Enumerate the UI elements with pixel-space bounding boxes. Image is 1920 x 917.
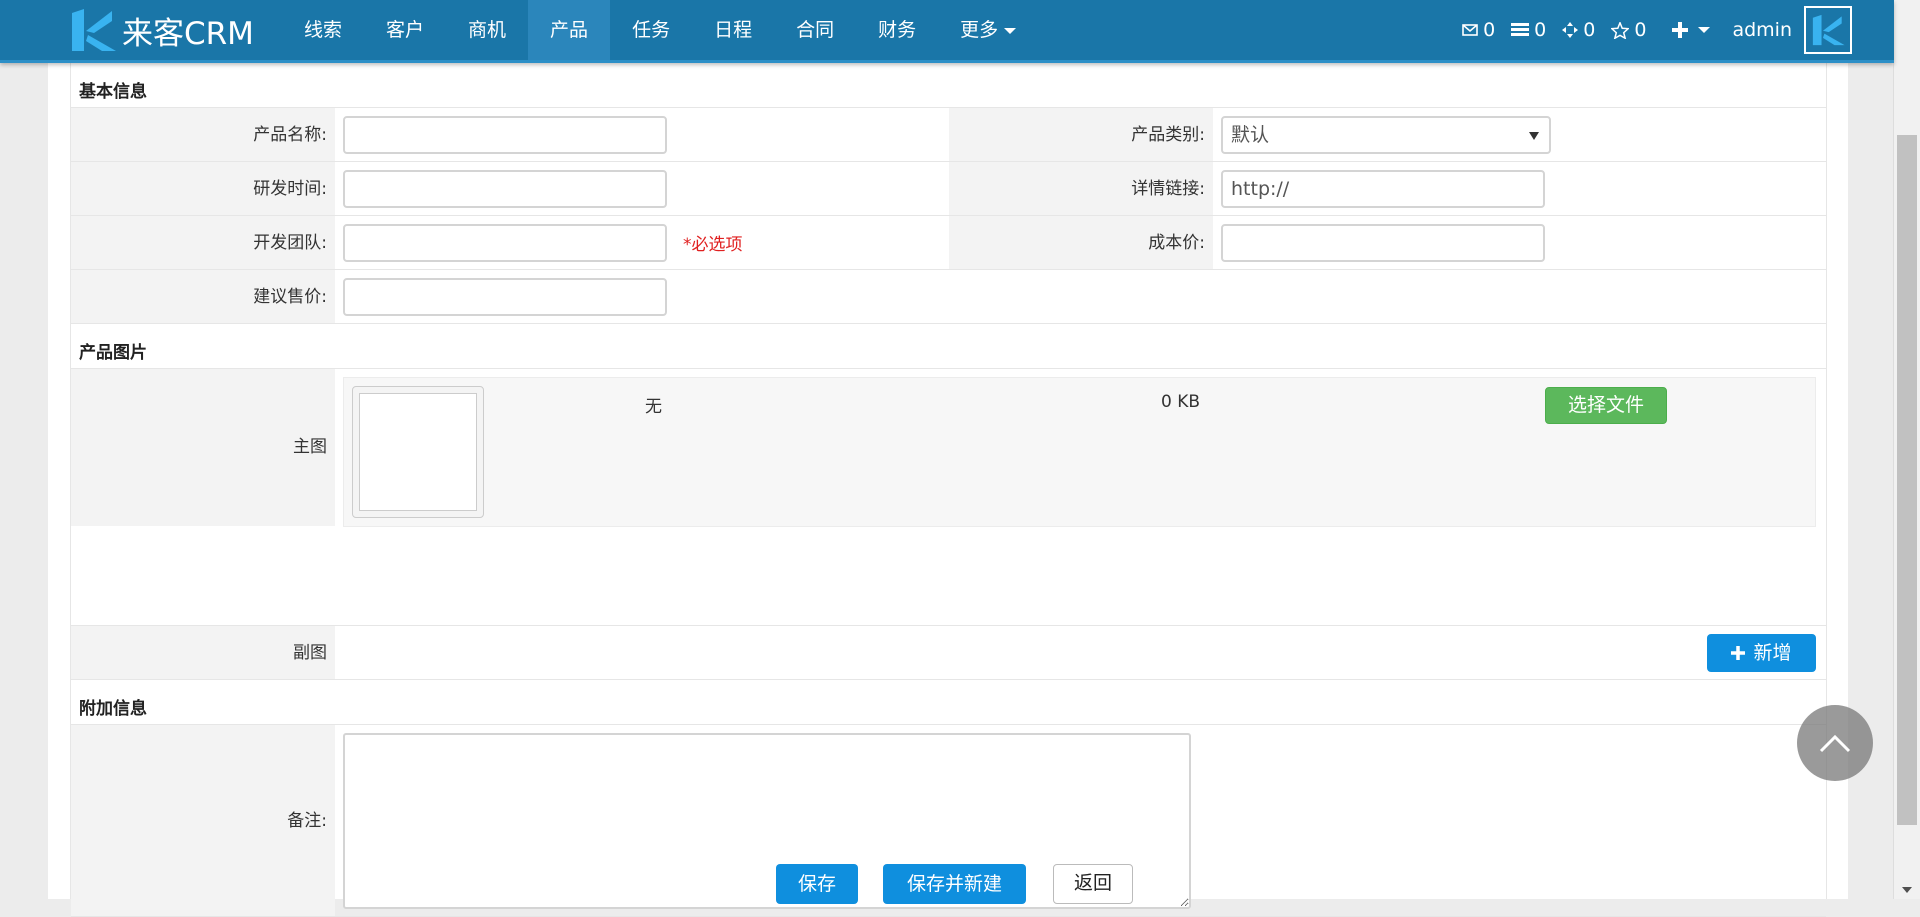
main-image-label: 主图	[71, 369, 335, 526]
star-count: 0	[1634, 19, 1647, 41]
chevron-down-icon	[1698, 27, 1711, 33]
section-extra-info: 附加信息	[79, 699, 147, 719]
form-row-sub-image: 副图 新增	[71, 625, 1826, 680]
mail-count: 0	[1483, 19, 1496, 41]
nav-item-tasks[interactable]: 任务	[610, 0, 692, 60]
product-name-input[interactable]	[343, 116, 667, 154]
select-arrow-icon	[1529, 132, 1539, 140]
dev-team-label: 开发团队:	[71, 216, 335, 270]
form-row-team: 开发团队: *必选项 成本价:	[71, 215, 1826, 270]
form-row-main-image: 主图 无 0 KB 选择文件	[71, 368, 1826, 527]
choose-file-button[interactable]: 选择文件	[1545, 387, 1667, 424]
plus-icon	[1672, 22, 1689, 38]
cost-price-label: 成本价:	[949, 216, 1213, 270]
mail-stat[interactable]: 0	[1462, 19, 1495, 41]
vertical-scrollbar[interactable]	[1893, 0, 1920, 899]
product-category-label: 产品类别:	[949, 108, 1213, 162]
logo[interactable]: 来客CRM	[68, 9, 254, 52]
chevron-up-icon	[1819, 734, 1851, 753]
nav-item-schedule[interactable]: 日程	[692, 0, 774, 60]
file-name: 无	[645, 397, 662, 417]
file-size: 0 KB	[1161, 392, 1201, 412]
star-stat[interactable]: 0	[1611, 19, 1646, 41]
cost-price-input[interactable]	[1221, 224, 1545, 262]
username[interactable]: admin	[1732, 19, 1792, 41]
nav-item-more[interactable]: 更多	[938, 0, 1038, 60]
quick-add-menu[interactable]	[1672, 22, 1711, 38]
list-stat[interactable]: 0	[1511, 19, 1546, 41]
section-basic-info: 基本信息	[79, 82, 147, 102]
detail-link-input[interactable]: http://	[1221, 170, 1545, 208]
image-thumbnail	[352, 386, 484, 518]
back-button[interactable]: 返回	[1053, 864, 1133, 904]
divider	[71, 323, 1826, 324]
save-and-new-button[interactable]: 保存并新建	[883, 864, 1026, 904]
dev-time-label: 研发时间:	[71, 162, 335, 216]
sub-image-label: 副图	[71, 626, 335, 680]
dev-team-input[interactable]	[343, 224, 667, 262]
cross-count: 0	[1583, 19, 1596, 41]
nav-item-products[interactable]: 产品	[528, 0, 611, 60]
detail-link-label: 详情链接:	[949, 162, 1213, 216]
back-to-top-button[interactable]	[1797, 705, 1873, 781]
star-icon	[1611, 21, 1630, 39]
form-row-price: 建议售价:	[71, 269, 1826, 324]
list-icon	[1511, 23, 1530, 36]
product-category-value: 默认	[1231, 124, 1270, 146]
scrollbar-thumb[interactable]	[1897, 135, 1917, 825]
remark-label: 备注:	[71, 725, 335, 917]
suggested-price-label: 建议售价:	[71, 270, 335, 324]
logo-icon	[72, 9, 116, 51]
header-right: 0 0 0 0 admin	[1462, 0, 1894, 60]
list-count: 0	[1534, 19, 1547, 41]
nav-more-label: 更多	[960, 19, 999, 41]
product-name-label: 产品名称:	[71, 108, 335, 162]
scroll-down-arrow-icon[interactable]	[1902, 887, 1912, 893]
nav-item-customers[interactable]: 客户	[364, 0, 446, 60]
top-navbar: 来客CRM 线索 客户 商机 产品 任务 日程 合同 财务 更多 0 0 0 0	[0, 0, 1894, 63]
content-panel: 基本信息 产品名称: 产品类别: 默认 研发时间: 详情链接: http:// …	[48, 60, 1848, 917]
nav-item-leads[interactable]: 线索	[282, 0, 364, 60]
avatar[interactable]	[1804, 6, 1852, 54]
avatar-logo-icon	[1812, 14, 1845, 46]
nav-item-finance[interactable]: 财务	[856, 0, 938, 60]
required-hint: *必选项	[683, 235, 743, 255]
mail-icon	[1462, 24, 1478, 36]
add-button-label: 新增	[1753, 642, 1792, 664]
save-button[interactable]: 保存	[776, 864, 858, 904]
nav-item-opportunities[interactable]: 商机	[446, 0, 528, 60]
chevron-down-icon	[1004, 27, 1017, 34]
form-row-name: 产品名称: 产品类别: 默认	[71, 107, 1826, 162]
logo-text: 来客CRM	[122, 15, 254, 52]
nav-item-contracts[interactable]: 合同	[774, 0, 856, 60]
product-form: 基本信息 产品名称: 产品类别: 默认 研发时间: 详情链接: http:// …	[70, 60, 1827, 917]
plus-icon	[1731, 646, 1746, 660]
main-image-uploader: 无 0 KB 选择文件	[343, 377, 1816, 527]
dev-time-input[interactable]	[343, 170, 667, 208]
section-product-images: 产品图片	[79, 343, 147, 363]
form-row-devtime: 研发时间: 详情链接: http://	[71, 161, 1826, 216]
cross-stat[interactable]: 0	[1562, 19, 1595, 41]
divider	[71, 679, 1826, 680]
suggested-price-input[interactable]	[343, 278, 667, 316]
crosshair-icon	[1562, 22, 1579, 38]
product-category-select[interactable]: 默认	[1221, 116, 1551, 154]
add-sub-image-button[interactable]: 新增	[1707, 634, 1816, 672]
main-nav: 线索 客户 商机 产品 任务 日程 合同 财务 更多	[282, 0, 1038, 60]
